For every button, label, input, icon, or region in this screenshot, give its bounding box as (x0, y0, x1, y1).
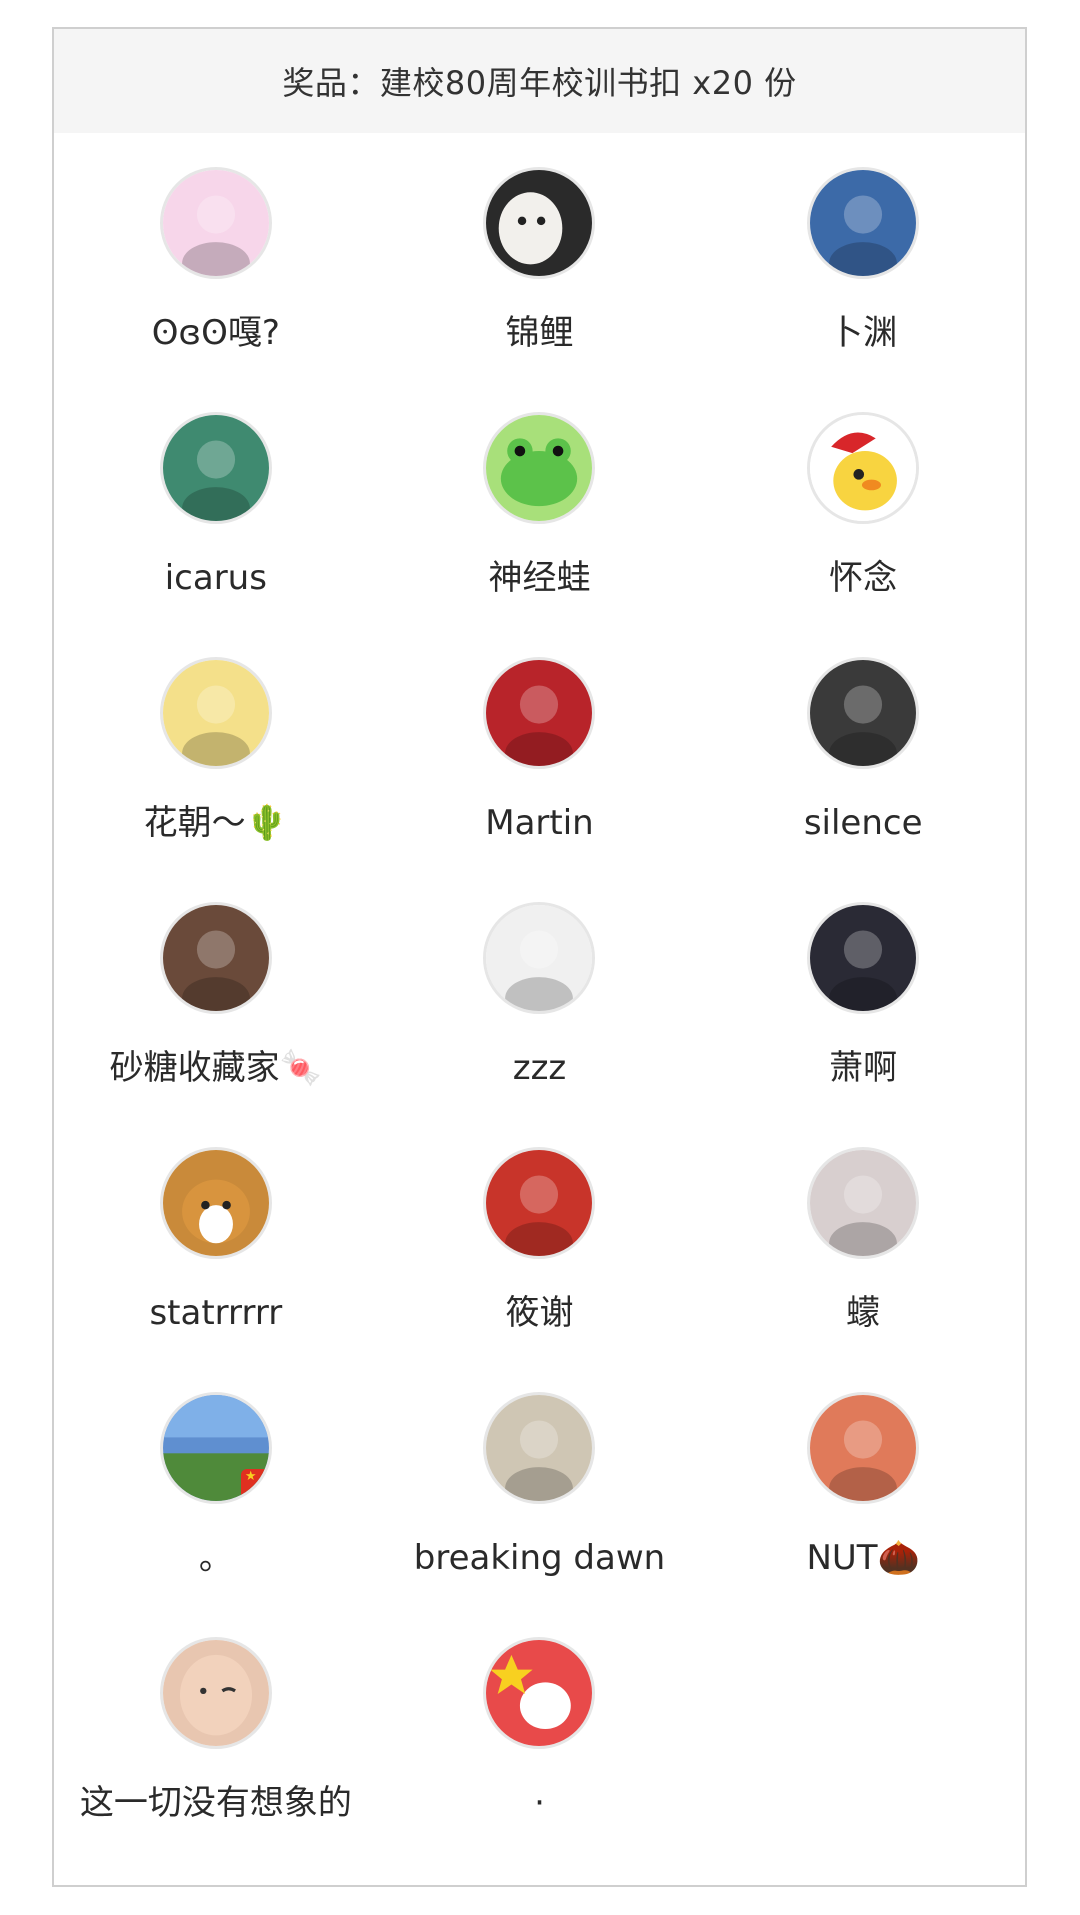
winner-name: ʘɞʘ嘎? (151, 313, 280, 353)
yellow-duck-santa-hat-avatar[interactable] (807, 412, 920, 524)
cat-crown-avatar[interactable] (807, 1392, 920, 1504)
winner-name: 锦鲤 (505, 313, 574, 353)
winner-grid: ʘɞʘ嘎? 锦鲤 卜渊 icarus 神经蛙 怀念花朝～🌵 Martin silence 砂糖收… (54, 133, 1025, 1882)
winner-name: 筱谢 (505, 1293, 574, 1333)
winner-name: 萧啊 (829, 1048, 898, 1088)
winner-item[interactable]: 卜渊 (701, 167, 1025, 412)
flag-badge-icon (240, 1469, 267, 1495)
winner-item[interactable]: icarus (54, 412, 378, 657)
winner-item[interactable]: silence (701, 657, 1025, 902)
winner-item[interactable]: · (378, 1637, 702, 1882)
girl-portrait-avatar[interactable] (159, 902, 272, 1014)
baby-face-avatar[interactable] (159, 1637, 272, 1749)
floating-tower-avatar[interactable] (807, 167, 920, 279)
winner-item[interactable]: 神经蛙 (378, 412, 702, 657)
winner-item[interactable]: NUT🌰 (701, 1392, 1025, 1637)
winner-item[interactable]: breaking dawn (378, 1392, 702, 1637)
corgi-avatar[interactable] (159, 1147, 272, 1259)
winner-name: 砂糖收藏家🍬 (109, 1048, 322, 1088)
winner-item[interactable]: Martin (378, 657, 702, 902)
prize-card: 奖品：建校80周年校训书扣 x20 份 ʘɞʘ嘎? 锦鲤 卜渊 icarus 神经蛙 怀念… (52, 27, 1027, 1887)
winner-name: NUT🌰 (806, 1538, 920, 1578)
winner-name: statrrrrr (149, 1293, 283, 1333)
anime-stickers-avatar[interactable] (159, 167, 272, 279)
winner-name: 卜渊 (829, 313, 898, 353)
winner-name: breaking dawn (413, 1538, 666, 1578)
winner-name: Martin (485, 803, 594, 843)
winner-item[interactable]: 筱谢 (378, 1147, 702, 1392)
winner-item[interactable]: 蠓 (701, 1147, 1025, 1392)
winner-item[interactable]: 锦鲤 (378, 167, 702, 412)
winner-item[interactable]: 砂糖收藏家🍬 (54, 902, 378, 1147)
cartoon-girl-avatar[interactable] (159, 657, 272, 769)
winner-name: 神经蛙 (488, 558, 591, 598)
winner-item[interactable]: 这一切没有想象的 (54, 1637, 378, 1882)
white-cat-avatar[interactable] (483, 167, 596, 279)
winner-name: · (534, 1783, 545, 1823)
man-silhouette-avatar[interactable] (483, 1392, 596, 1504)
anime-boy-avatar[interactable] (159, 412, 272, 524)
winner-name: 。 (198, 1538, 233, 1578)
city-night-avatar[interactable] (807, 902, 920, 1014)
teddy-bear-avatar[interactable] (807, 657, 920, 769)
winner-name: 蠓 (846, 1293, 881, 1333)
winner-item[interactable]: 花朝～🌵 (54, 657, 378, 902)
hooded-face-avatar[interactable] (807, 1147, 920, 1259)
winner-name: silence (803, 803, 923, 843)
prize-header: 奖品：建校80周年校训书扣 x20 份 (54, 29, 1025, 133)
winner-name: 花朝～🌵 (143, 803, 288, 843)
winner-name: zzz (512, 1048, 567, 1088)
winner-item[interactable]: zzz (378, 902, 702, 1147)
winner-item[interactable]: ʘɞʘ嘎? (54, 167, 378, 412)
bunny-stars-avatar[interactable] (483, 1637, 596, 1749)
green-frog-avatar[interactable] (483, 412, 596, 524)
winner-name: 怀念 (829, 558, 898, 598)
baby-red-hood-avatar[interactable] (483, 1147, 596, 1259)
pixel-sunglasses-avatar[interactable] (483, 902, 596, 1014)
winner-item[interactable]: 。 (54, 1392, 378, 1637)
winner-item[interactable]: statrrrrr (54, 1147, 378, 1392)
winner-item[interactable]: 萧啊 (701, 902, 1025, 1147)
winner-name: icarus (164, 558, 267, 598)
winner-name: 这一切没有想象的 (79, 1783, 352, 1823)
academy-seal-avatar[interactable] (483, 657, 596, 769)
winner-item[interactable]: 怀念 (701, 412, 1025, 657)
campus-gate-avatar[interactable] (159, 1392, 272, 1504)
